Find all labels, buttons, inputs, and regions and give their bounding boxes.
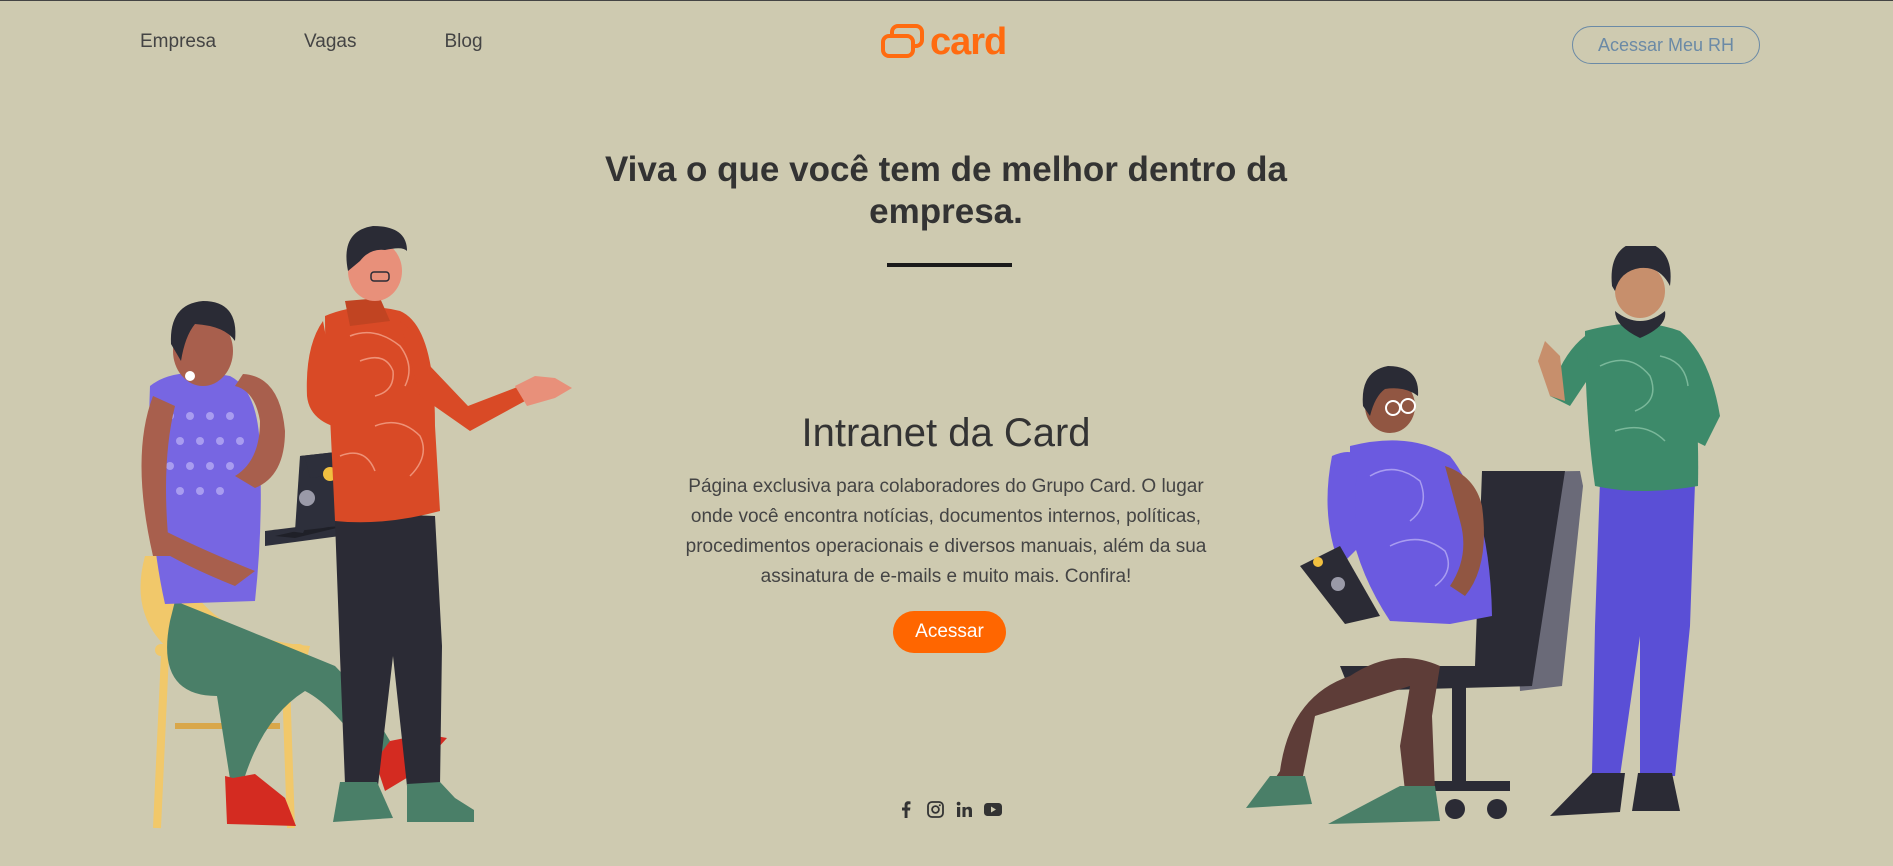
title-divider [887, 263, 1012, 267]
nav-item-empresa[interactable]: Empresa [140, 31, 216, 53]
acessar-button[interactable]: Acessar [893, 611, 1006, 653]
instagram-icon[interactable] [926, 800, 944, 818]
nav-item-blog[interactable]: Blog [445, 31, 483, 53]
linkedin-icon[interactable] [955, 800, 973, 818]
left-illustration [140, 226, 572, 829]
main-nav: Empresa Vagas Blog [140, 31, 483, 53]
man-orange-sweater [306, 226, 572, 822]
social-links [897, 800, 1002, 818]
intranet-title: Intranet da Card [801, 411, 1091, 455]
nav-item-vagas[interactable]: Vagas [304, 31, 356, 53]
stacked-cards-icon [881, 24, 924, 58]
intranet-description: Página exclusiva para colaboradores do G… [685, 476, 1207, 587]
hero-title: Viva o que você tem de melhor dentro da … [604, 150, 1288, 231]
brand-logo[interactable]: card [880, 21, 1007, 63]
right-illustration [1246, 246, 1720, 824]
facebook-icon[interactable] [897, 800, 915, 818]
youtube-icon[interactable] [984, 800, 1002, 818]
acessar-meu-rh-button[interactable]: Acessar Meu RH [1572, 26, 1760, 64]
logo-text: card [930, 21, 1007, 63]
